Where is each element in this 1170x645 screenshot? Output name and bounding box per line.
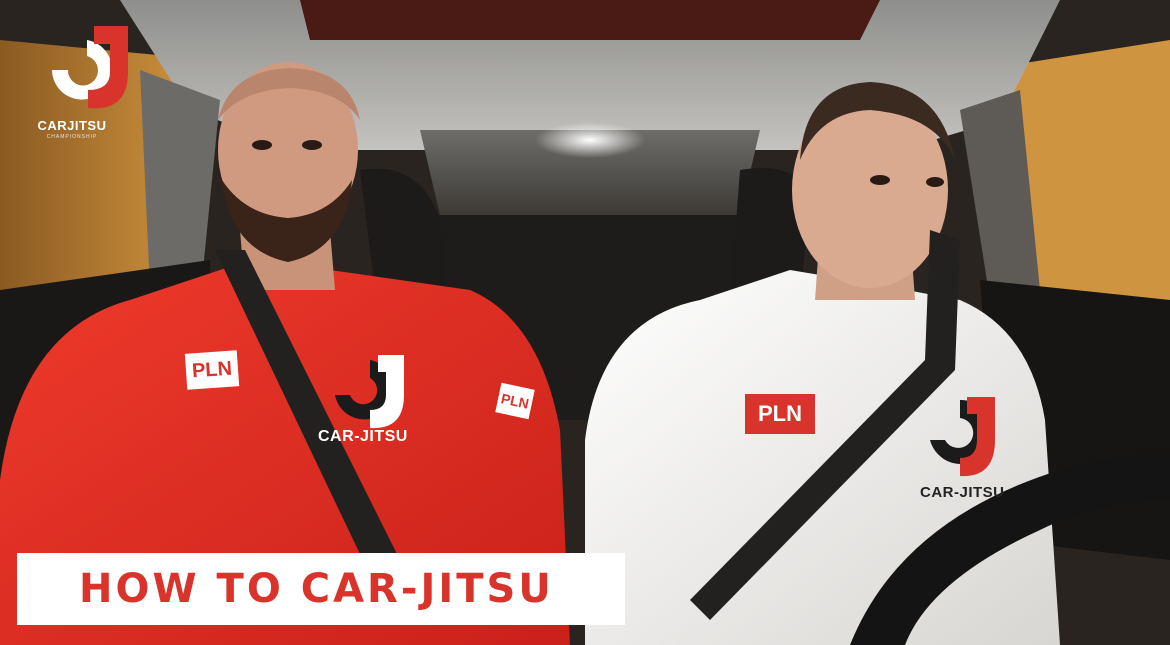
right-chest-text: CAR-JITSU [920, 484, 1005, 501]
video-frame: CARJITSU CHAMPIONSHIP PLN PLN CAR-JITSU … [0, 0, 1170, 645]
carjitsu-logo-mark [52, 26, 128, 109]
sunroof [300, 0, 880, 40]
logo-wordmark: CARJITSU [37, 118, 107, 133]
title-banner: HOW TO CAR-JITSU [17, 553, 625, 625]
right-pln-patch: PLN [745, 394, 815, 434]
cabin-light [535, 122, 645, 158]
right-eye [870, 175, 890, 185]
right-eye-2 [926, 177, 944, 187]
left-eye-2 [302, 140, 322, 150]
title-banner-text: HOW TO CAR-JITSU [79, 566, 554, 612]
car-interior-scene [0, 0, 1170, 645]
left-eye [252, 140, 272, 150]
left-pln-patch: PLN [184, 350, 240, 390]
carjitsu-logo: CARJITSU CHAMPIONSHIP [32, 20, 142, 150]
left-chest-text: CAR-JITSU [318, 428, 408, 445]
logo-subtitle: CHAMPIONSHIP [46, 134, 98, 140]
